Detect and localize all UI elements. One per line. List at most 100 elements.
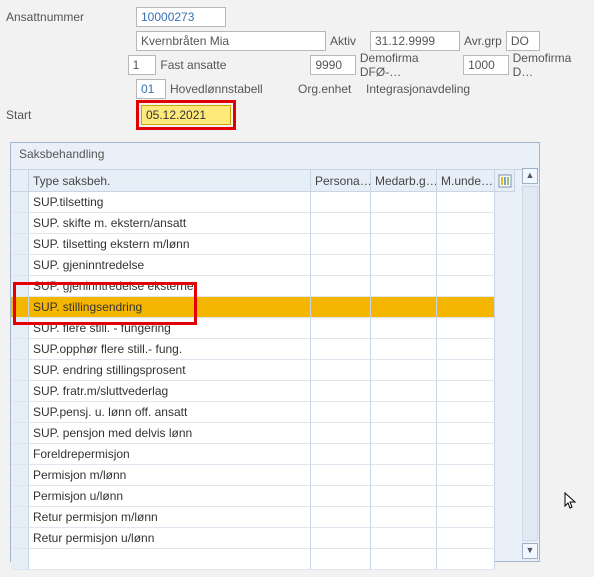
do-field[interactable]: DO: [506, 31, 540, 51]
row-selector[interactable]: [11, 444, 29, 465]
cell-munde[interactable]: [437, 297, 495, 318]
cell-medarb[interactable]: [371, 213, 437, 234]
cell-type[interactable]: SUP. gjeninntredelse eksterne: [29, 276, 311, 297]
cell-type[interactable]: Permisjon u/lønn: [29, 486, 311, 507]
cell-persona[interactable]: [311, 234, 371, 255]
cell-medarb[interactable]: [371, 381, 437, 402]
cell-type[interactable]: SUP. stillingsendring: [29, 297, 311, 318]
cell-medarb[interactable]: [371, 276, 437, 297]
cell-medarb[interactable]: [371, 318, 437, 339]
row-selector[interactable]: [11, 339, 29, 360]
cell-type[interactable]: SUP. endring stillingsprosent: [29, 360, 311, 381]
col-munde[interactable]: M.unde…: [437, 170, 495, 192]
cell-medarb[interactable]: [371, 339, 437, 360]
table-row[interactable]: SUP. fratr.m/sluttvederlag: [11, 381, 539, 402]
cell-type[interactable]: SUP.opphør flere still.- fung.: [29, 339, 311, 360]
table-row[interactable]: SUP. tilsetting ekstern m/lønn: [11, 234, 539, 255]
cell-type[interactable]: SUP. fratr.m/sluttvederlag: [29, 381, 311, 402]
row-selector[interactable]: [11, 192, 29, 213]
row-selector[interactable]: [11, 549, 29, 570]
row-selector[interactable]: [11, 360, 29, 381]
row-selector[interactable]: [11, 528, 29, 549]
cell-munde[interactable]: [437, 528, 495, 549]
table-row[interactable]: Retur permisjon u/lønn: [11, 528, 539, 549]
cell-persona[interactable]: [311, 255, 371, 276]
row-selector[interactable]: [11, 213, 29, 234]
cell-munde[interactable]: [437, 465, 495, 486]
cell-medarb[interactable]: [371, 234, 437, 255]
cell-munde[interactable]: [437, 318, 495, 339]
cell-munde[interactable]: [437, 444, 495, 465]
cell-munde[interactable]: [437, 549, 495, 570]
cell-munde[interactable]: [437, 423, 495, 444]
table-row[interactable]: SUP. gjeninntredelse: [11, 255, 539, 276]
cell-type[interactable]: Retur permisjon m/lønn: [29, 507, 311, 528]
cell-munde[interactable]: [437, 381, 495, 402]
cell-persona[interactable]: [311, 381, 371, 402]
table-row[interactable]: Retur permisjon m/lønn: [11, 507, 539, 528]
table-config-button[interactable]: [495, 170, 515, 192]
cell-type[interactable]: Permisjon m/lønn: [29, 465, 311, 486]
cell-medarb[interactable]: [371, 444, 437, 465]
cell-munde[interactable]: [437, 213, 495, 234]
cell-medarb[interactable]: [371, 360, 437, 381]
table-row[interactable]: SUP.opphør flere still.- fung.: [11, 339, 539, 360]
cell-medarb[interactable]: [371, 255, 437, 276]
row-selector[interactable]: [11, 297, 29, 318]
table-row[interactable]: SUP. flere still. - fungering: [11, 318, 539, 339]
cell-type[interactable]: SUP. tilsetting ekstern m/lønn: [29, 234, 311, 255]
table-row[interactable]: [11, 549, 539, 570]
cell-munde[interactable]: [437, 255, 495, 276]
cell-munde[interactable]: [437, 486, 495, 507]
cell-munde[interactable]: [437, 234, 495, 255]
cell-medarb[interactable]: [371, 192, 437, 213]
table-row[interactable]: SUP. pensjon med delvis lønn: [11, 423, 539, 444]
scroll-up-button[interactable]: ▲: [522, 168, 538, 184]
cell-persona[interactable]: [311, 192, 371, 213]
cell-munde[interactable]: [437, 339, 495, 360]
row-selector[interactable]: [11, 234, 29, 255]
table-row[interactable]: SUP. stillingsendring: [11, 297, 539, 318]
cell-type[interactable]: [29, 549, 311, 570]
cell-persona[interactable]: [311, 213, 371, 234]
table-row[interactable]: SUP.tilsetting: [11, 192, 539, 213]
vertical-scrollbar[interactable]: ▲ ▼: [522, 167, 538, 560]
cell-medarb[interactable]: [371, 486, 437, 507]
start-date-field[interactable]: 05.12.2021: [141, 105, 231, 125]
cell-persona[interactable]: [311, 318, 371, 339]
cell-persona[interactable]: [311, 549, 371, 570]
row-selector[interactable]: [11, 423, 29, 444]
row-selector[interactable]: [11, 507, 29, 528]
cell-persona[interactable]: [311, 486, 371, 507]
cell-type[interactable]: SUP. flere still. - fungering: [29, 318, 311, 339]
table-row[interactable]: SUP. skifte m. ekstern/ansatt: [11, 213, 539, 234]
cell-medarb[interactable]: [371, 465, 437, 486]
cell-persona[interactable]: [311, 423, 371, 444]
cell-persona[interactable]: [311, 507, 371, 528]
table-row[interactable]: Permisjon u/lønn: [11, 486, 539, 507]
table-row[interactable]: SUP. endring stillingsprosent: [11, 360, 539, 381]
cell-type[interactable]: SUP. skifte m. ekstern/ansatt: [29, 213, 311, 234]
cell-persona[interactable]: [311, 465, 371, 486]
row-selector[interactable]: [11, 402, 29, 423]
col-persona[interactable]: Persona…: [311, 170, 371, 192]
row-selector-header[interactable]: [11, 170, 29, 192]
col-type[interactable]: Type saksbeh.: [29, 170, 311, 192]
cell-persona[interactable]: [311, 297, 371, 318]
cell-persona[interactable]: [311, 402, 371, 423]
cell-medarb[interactable]: [371, 507, 437, 528]
cell-type[interactable]: Foreldrepermisjon: [29, 444, 311, 465]
cell-munde[interactable]: [437, 276, 495, 297]
cell-munde[interactable]: [437, 402, 495, 423]
cell-type[interactable]: Retur permisjon u/lønn: [29, 528, 311, 549]
table-row[interactable]: SUP. gjeninntredelse eksterne: [11, 276, 539, 297]
scroll-track[interactable]: [522, 186, 538, 541]
cell-munde[interactable]: [437, 507, 495, 528]
row-selector[interactable]: [11, 276, 29, 297]
table-row[interactable]: Permisjon m/lønn: [11, 465, 539, 486]
table-row[interactable]: SUP.pensj. u. lønn off. ansatt: [11, 402, 539, 423]
cell-medarb[interactable]: [371, 297, 437, 318]
row-selector[interactable]: [11, 465, 29, 486]
cell-persona[interactable]: [311, 444, 371, 465]
ansattnummer-field[interactable]: 10000273: [136, 7, 226, 27]
